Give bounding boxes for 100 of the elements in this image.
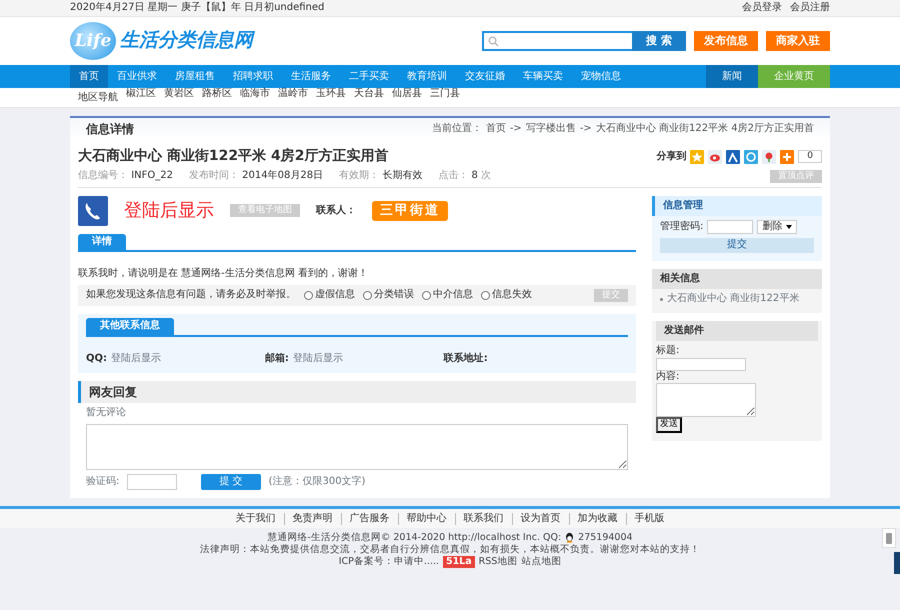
top-link[interactable]: 会员注册 — [790, 2, 830, 14]
footer-link[interactable]: 免责声明 — [284, 512, 340, 524]
report-text: 如果您发现这条信息有问题，请务必及时举报。 — [86, 289, 296, 302]
footer-link[interactable]: 帮助中心 — [398, 512, 454, 524]
breadcrumb-separator: -> — [510, 122, 522, 136]
top-link[interactable]: 会员登录 — [742, 2, 782, 14]
footer-link[interactable]: 联系我们 — [454, 512, 512, 524]
footer-link[interactable]: 加为收藏 — [568, 512, 626, 524]
map-link[interactable]: RSS地图 — [478, 556, 518, 568]
share-count: 0 — [798, 150, 822, 164]
icp-text: ICP备案号：申请中..... — [338, 556, 439, 568]
delete-select[interactable]: 删除 — [757, 220, 798, 234]
map-link[interactable]: 站点地图 — [521, 556, 562, 568]
subject-field[interactable] — [656, 358, 746, 371]
footer-link[interactable]: 设为首页 — [512, 512, 568, 524]
radio-button[interactable] — [481, 290, 490, 300]
radio-button[interactable] — [304, 290, 313, 300]
region-label: 地区导航 — [78, 90, 118, 105]
breadcrumb-separator: -> — [580, 122, 592, 136]
region-link[interactable]: 玉环县 — [316, 88, 346, 108]
field-label: 联系地址: — [444, 352, 488, 365]
sidebar-header: 相关信息 — [652, 268, 822, 289]
region-link[interactable]: 临海市 — [240, 88, 270, 108]
meta-text: 点击： 8 次 — [438, 170, 491, 182]
copyright-text: 慧通网络-生活分类信息网© 2014-2020 http://localhost Inc. QQ: — [267, 532, 562, 544]
flower-icon — [762, 150, 776, 164]
breadcrumb-label: 当前位置： — [432, 122, 482, 136]
search-button[interactable]: 搜 索 — [632, 31, 686, 51]
date-text: 2020年4月27日 星期一 庚子【鼠】年 日月初undefined — [70, 2, 324, 14]
penguin-icon — [565, 532, 574, 544]
related-link[interactable]: 大石商业中心 商业街122平米 — [667, 292, 800, 306]
plus-icon — [780, 150, 794, 164]
contact-label: 联系人： — [316, 204, 356, 217]
password-field[interactable] — [707, 220, 754, 234]
nav-tab[interactable]: 首页 — [70, 65, 108, 88]
region-link[interactable]: 温岭市 — [278, 88, 308, 108]
sidebar-header: 发送邮件 — [656, 321, 818, 342]
region-link[interactable]: 三门县 — [430, 88, 460, 108]
footer-link[interactable]: 广告服务 — [340, 512, 398, 524]
submit-button[interactable]: 提 交 — [201, 474, 261, 490]
radio-button[interactable] — [422, 290, 431, 300]
region-link[interactable]: 仙居县 — [392, 88, 422, 108]
subject-label: 标题: — [656, 345, 680, 358]
footer-link[interactable]: 关于我们 — [228, 512, 284, 524]
disclaimer-text: 法律声明：本站免费提供信息交流，交易者自行分辨信息真假，如有损失，本站概不负责。谢谢您对本站的支持！ — [199, 544, 701, 556]
section-title: 信息详情 — [86, 122, 134, 136]
contact-name: 三甲街道 — [372, 200, 448, 221]
eye-icon — [708, 150, 722, 164]
radio-button[interactable] — [363, 290, 372, 300]
region-link[interactable]: 黄岩区 — [164, 88, 194, 108]
region-link[interactable]: 路桥区 — [202, 88, 232, 108]
breadcrumb-link[interactable]: 大石商业中心 商业街122平米 4房2厅方正实用首 — [596, 122, 814, 136]
region-link[interactable]: 椒江区 — [126, 88, 156, 108]
meta-text: 发布时间： 2014年08月28日 — [188, 170, 324, 182]
section-header: 网友回复 — [78, 381, 636, 403]
radio-label: 信息失效 — [492, 289, 532, 302]
radio-label: 分类错误 — [374, 289, 414, 302]
tab[interactable]: 详情 — [78, 234, 126, 250]
field-label: 邮箱: — [264, 352, 289, 365]
search-icon — [488, 36, 500, 46]
submit-button[interactable]: 提交 — [660, 238, 814, 253]
figure-icon — [726, 150, 740, 164]
comment-field[interactable] — [86, 424, 628, 470]
footer-link[interactable]: 手机版 — [626, 512, 672, 524]
content-field[interactable] — [656, 383, 756, 418]
logo-badge: Life — [70, 22, 116, 60]
meta-text: 信息编号： INFO_22 — [78, 170, 173, 182]
post-title: 大石商业中心 商业街122平米 4房2厅方正实用首 — [78, 148, 388, 166]
qq-number: 275194004 — [578, 532, 633, 544]
field-value: 登陆后显示 — [111, 352, 162, 365]
search-field[interactable] — [482, 31, 632, 51]
field-label: QQ: — [86, 352, 108, 365]
mobile-icon — [885, 532, 893, 544]
breadcrumb-link[interactable]: 首页 — [486, 122, 506, 136]
radio-label: 中介信息 — [433, 289, 473, 302]
caret-icon — [786, 225, 792, 229]
send-button[interactable]: 发送 — [656, 417, 682, 432]
logo-text: 生活分类信息网 — [120, 29, 253, 53]
phone-icon — [78, 196, 108, 226]
password-label: 管理密码: — [660, 220, 704, 234]
region-link[interactable]: 天台县 — [354, 88, 384, 108]
field-value: 登陆后显示 — [292, 352, 343, 365]
radio-label: 虚假信息 — [315, 289, 355, 302]
empty-text: 暂无评论 — [86, 407, 127, 420]
captcha-field[interactable] — [127, 474, 178, 490]
sidebar-header: 信息管理 — [652, 196, 822, 216]
bullet-icon — [660, 298, 663, 300]
share-label: 分享到 — [656, 150, 686, 163]
breadcrumb-link[interactable]: 写字楼出售 — [526, 122, 576, 136]
phone-text: 登陆后显示 — [124, 200, 214, 222]
stats-badge[interactable]: 51La — [442, 556, 475, 568]
star-icon — [690, 150, 704, 164]
phone-widget[interactable] — [882, 528, 896, 548]
content-label: 内容: — [656, 370, 680, 384]
captcha-label: 验证码: — [86, 476, 120, 488]
notice-text: 联系我时，请说明是在 慧通网络-生活分类信息网 看到的，谢谢！ — [78, 268, 369, 281]
circle-icon — [744, 150, 758, 164]
nav-link[interactable]: 新闻 — [706, 65, 758, 88]
contact-tab[interactable]: 其他联系信息 — [86, 318, 174, 334]
meta-text: 有效期： 长期有效 — [339, 170, 422, 182]
